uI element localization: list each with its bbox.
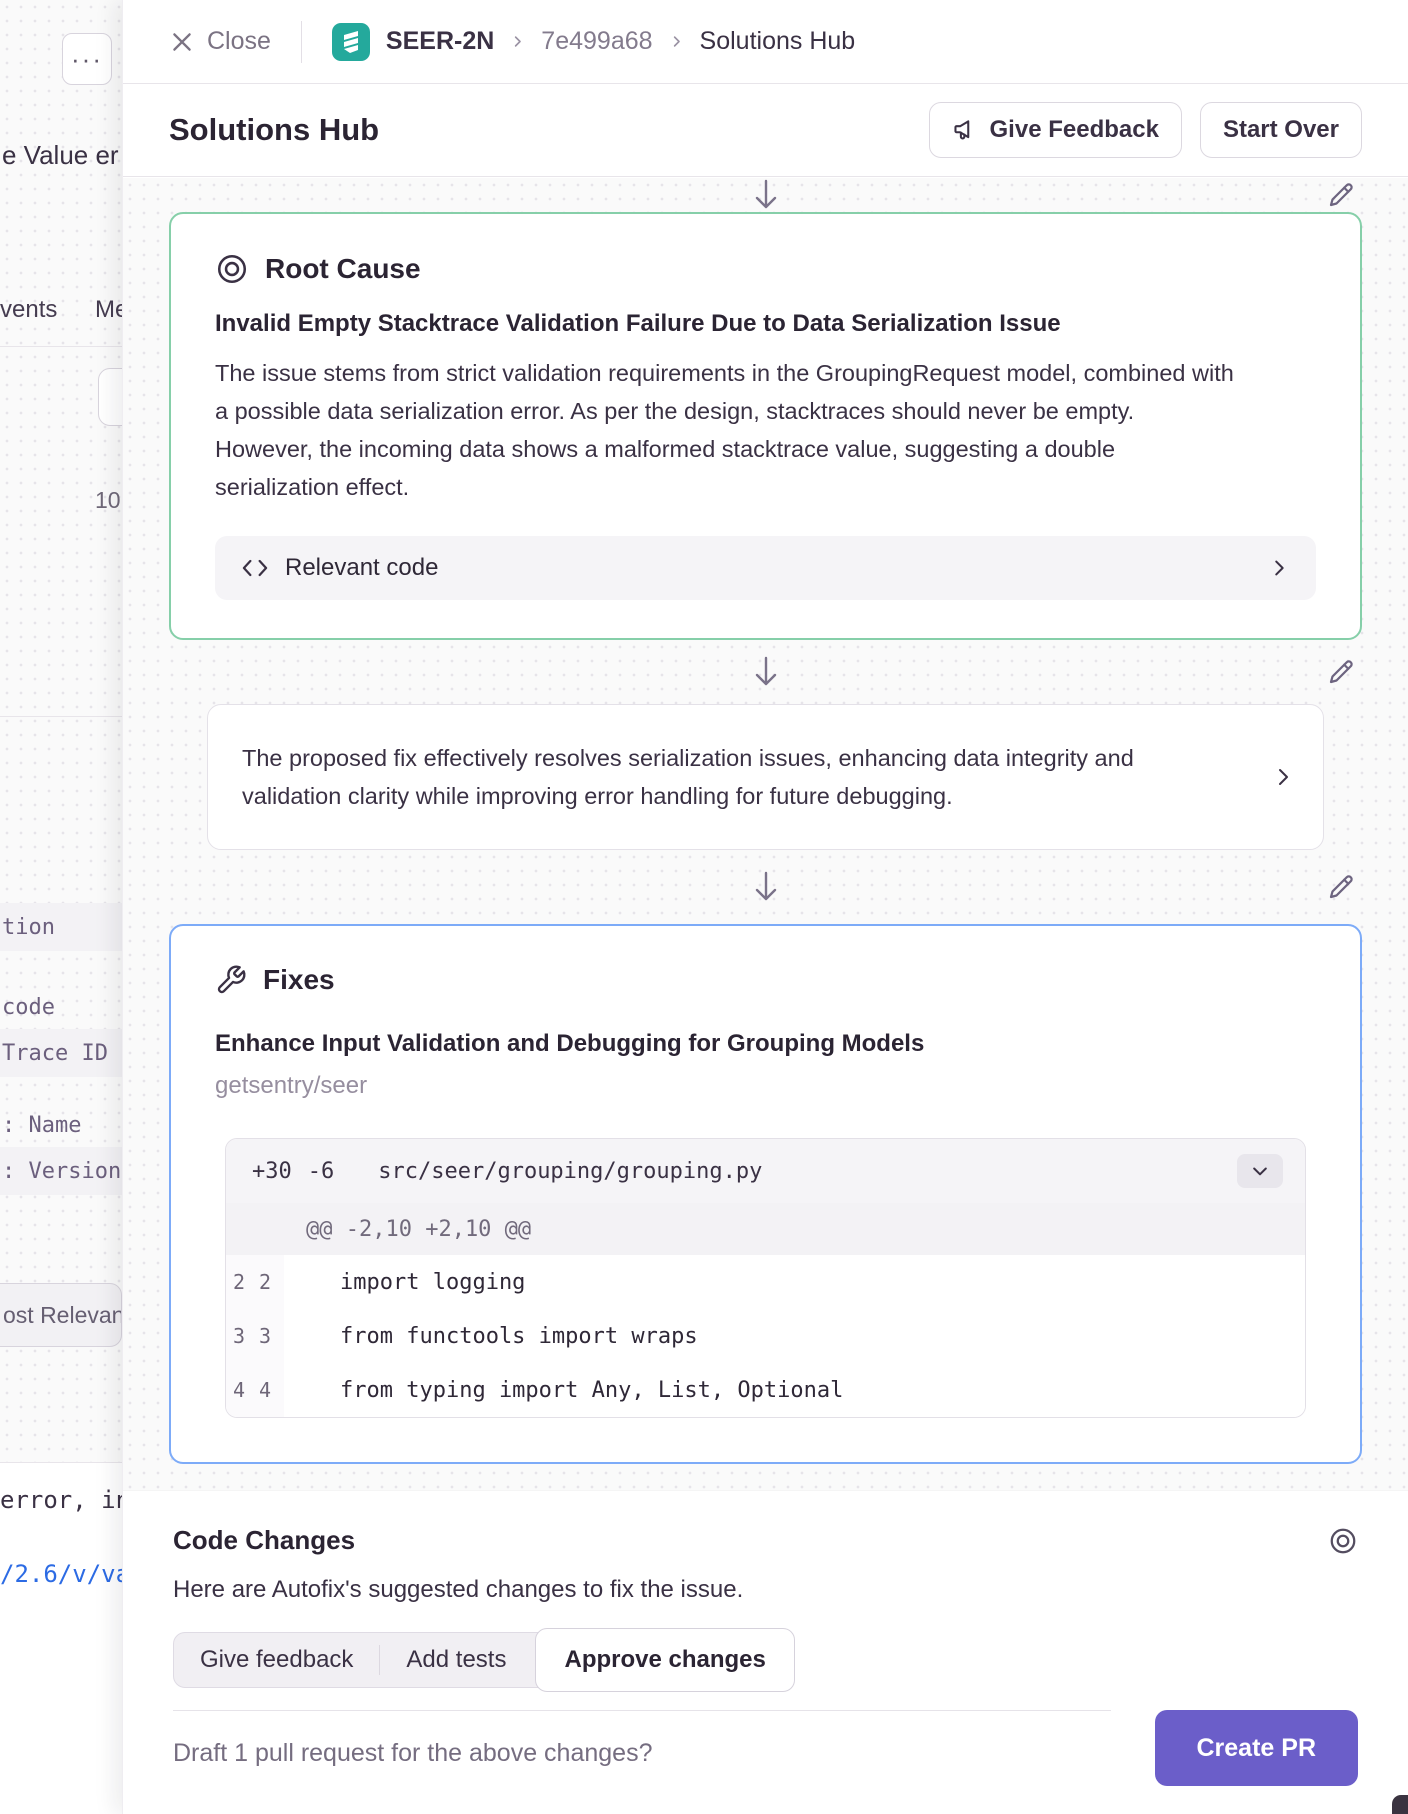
flow-connector <box>169 640 1362 704</box>
diff-line: 22 import logging <box>226 1255 1305 1309</box>
target-icon <box>215 252 249 286</box>
solutions-hub-panel: Close SEER-2N 7e499a68 Solutions Hub Sol… <box>122 0 1408 1814</box>
diff-collapse-button[interactable] <box>1237 1154 1283 1188</box>
start-over-button[interactable]: Start Over <box>1200 102 1362 158</box>
diff-line: 33 from functools import wraps <box>226 1309 1305 1363</box>
root-cause-heading: Root Cause <box>265 253 421 285</box>
line-number-old: 3 <box>226 1324 252 1348</box>
give-feedback-action-button[interactable]: Give feedback <box>174 1646 379 1674</box>
diff-code: from typing import Any, List, Optional <box>284 1378 843 1403</box>
breadcrumb-issue-id[interactable]: 7e499a68 <box>541 27 652 56</box>
background-error-fragment: error, in <box>0 1486 130 1514</box>
megaphone-icon <box>952 117 978 143</box>
edit-icon[interactable] <box>1326 657 1356 687</box>
arrow-down-icon <box>752 179 780 211</box>
chevron-right-icon <box>510 34 525 49</box>
root-cause-title: Invalid Empty Stacktrace Validation Fail… <box>215 310 1316 338</box>
diff-hunk-header: @@ -2,10 +2,10 @@ <box>226 1203 1305 1255</box>
line-number-old: 2 <box>226 1270 252 1294</box>
chevron-down-icon <box>1250 1161 1270 1181</box>
edit-icon[interactable] <box>1326 180 1356 210</box>
diff-additions: +30 <box>252 1159 292 1184</box>
diff-deletions: -6 <box>308 1159 335 1184</box>
background-row: code <box>0 985 122 1029</box>
target-icon[interactable] <box>1328 1526 1358 1556</box>
panel-header: Solutions Hub Give Feedback Start Over <box>123 84 1408 177</box>
ellipsis-icon: ··· <box>71 44 103 75</box>
secondary-actions-group: Give feedback Add tests <box>173 1632 551 1688</box>
close-button[interactable]: Close <box>169 27 271 56</box>
background-row: : Name <box>0 1103 122 1147</box>
line-number-old: 4 <box>226 1378 252 1402</box>
code-icon <box>241 554 269 582</box>
divider <box>301 21 302 63</box>
start-over-label: Start Over <box>1223 116 1339 144</box>
diff-viewer: +30 -6 src/seer/grouping/grouping.py @@ … <box>225 1138 1306 1418</box>
root-cause-body: The issue stems from strict validation r… <box>215 354 1235 506</box>
chevron-right-icon <box>1268 557 1290 579</box>
background-code-section <box>0 1462 122 1814</box>
relevant-code-expander[interactable]: Relevant code <box>215 536 1316 600</box>
background-page: ··· e Value er vents Me 10 tion code Tra… <box>0 0 122 1814</box>
fixes-card: Fixes Enhance Input Validation and Debug… <box>169 924 1362 1464</box>
breadcrumb-page: Solutions Hub <box>700 27 856 56</box>
fix-repo: getsentry/seer <box>215 1072 1316 1100</box>
seer-logo-icon <box>332 23 370 61</box>
background-most-relevant-tab[interactable]: ost Relevan <box>0 1283 122 1347</box>
diff-line: 44 from typing import Any, List, Optiona… <box>226 1363 1305 1417</box>
line-number-new: 3 <box>252 1324 278 1348</box>
code-changes-description: Here are Autofix's suggested changes to … <box>173 1576 1358 1604</box>
arrow-down-icon <box>752 656 780 688</box>
diff-file-header[interactable]: +30 -6 src/seer/grouping/grouping.py <box>226 1139 1305 1203</box>
chevron-right-icon <box>1271 765 1295 789</box>
give-feedback-button[interactable]: Give Feedback <box>929 102 1182 158</box>
wrench-icon <box>215 964 247 996</box>
code-changes-sheet: Code Changes Here are Autofix's suggeste… <box>123 1490 1408 1814</box>
close-label: Close <box>207 27 271 56</box>
relevant-code-label: Relevant code <box>285 554 438 582</box>
background-link-fragment[interactable]: /2.6/v/va <box>0 1560 130 1588</box>
panel-topbar: Close SEER-2N 7e499a68 Solutions Hub <box>123 0 1408 84</box>
fixes-heading: Fixes <box>263 964 335 996</box>
background-heading-fragment: e Value er <box>2 140 119 171</box>
background-row: tion <box>0 903 122 951</box>
background-row: : Version <box>0 1147 122 1195</box>
fix-summary-card[interactable]: The proposed fix effectively resolves se… <box>207 704 1324 850</box>
diff-code: import logging <box>284 1270 525 1295</box>
line-number-new: 2 <box>252 1270 278 1294</box>
code-changes-heading: Code Changes <box>173 1525 355 1556</box>
approve-changes-button[interactable]: Approve changes <box>535 1628 794 1692</box>
flow-connector <box>169 178 1362 212</box>
divider <box>0 716 122 717</box>
breadcrumb-project[interactable]: SEER-2N <box>386 27 494 56</box>
fix-title: Enhance Input Validation and Debugging f… <box>215 1030 1316 1058</box>
background-row: Trace ID <box>0 1029 122 1077</box>
page-title: Solutions Hub <box>169 112 379 148</box>
code-changes-actions: Give feedback Add tests Approve changes <box>173 1628 795 1692</box>
arrow-down-icon <box>752 871 780 903</box>
chevron-right-icon <box>669 34 684 49</box>
add-tests-button[interactable]: Add tests <box>380 1646 532 1674</box>
divider <box>0 346 122 347</box>
diff-file-path: src/seer/grouping/grouping.py <box>378 1159 762 1184</box>
root-cause-card: Root Cause Invalid Empty Stacktrace Vali… <box>169 212 1362 640</box>
give-feedback-label: Give Feedback <box>990 116 1159 144</box>
flow-connector <box>169 850 1362 924</box>
panel-content[interactable]: Root Cause Invalid Empty Stacktrace Vali… <box>123 178 1408 1490</box>
diff-code: from functools import wraps <box>284 1324 698 1349</box>
edit-icon[interactable] <box>1326 872 1356 902</box>
close-icon <box>169 29 195 55</box>
create-pr-button[interactable]: Create PR <box>1155 1710 1359 1786</box>
background-ellipsis-button[interactable]: ··· <box>62 33 112 85</box>
background-tab-events[interactable]: vents <box>0 296 57 324</box>
background-corner-fragment <box>1392 1795 1408 1814</box>
draft-pr-question: Draft 1 pull request for the above chang… <box>173 1739 1111 1768</box>
fix-summary-text: The proposed fix effectively resolves se… <box>242 739 1142 815</box>
background-count-fragment: 10 <box>95 487 121 514</box>
line-number-new: 4 <box>252 1378 278 1402</box>
